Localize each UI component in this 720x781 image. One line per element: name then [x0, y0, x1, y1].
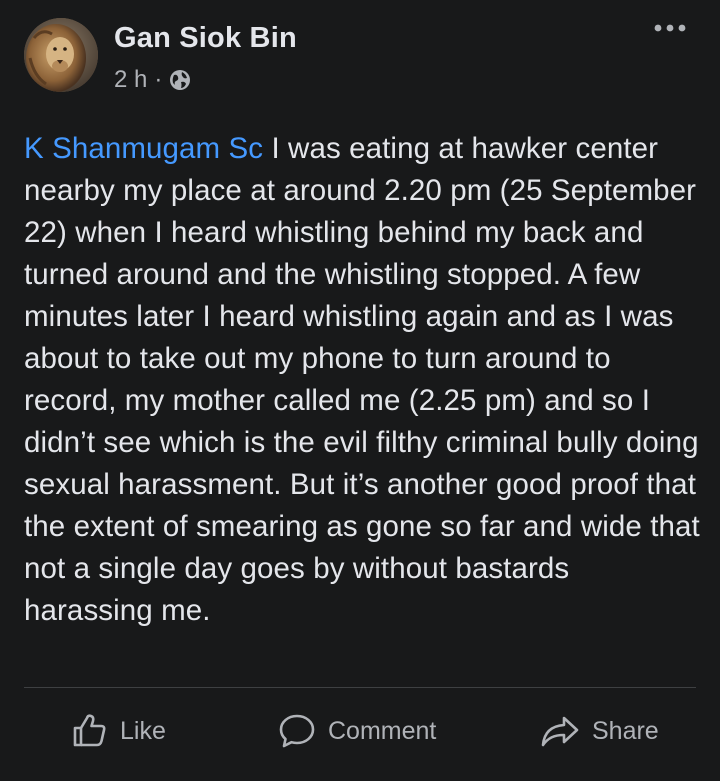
actions-divider	[24, 687, 696, 688]
speech-bubble-icon	[278, 712, 316, 750]
action-bar: Like Comment Share	[0, 700, 720, 762]
post-meta: 2 h ·	[114, 66, 191, 94]
post-body: K Shanmugam Sc I was eating at hawker ce…	[24, 128, 700, 632]
more-horizontal-icon[interactable]	[650, 18, 690, 42]
share-button[interactable]: Share	[540, 706, 659, 756]
like-button[interactable]: Like	[70, 706, 166, 756]
meta-separator: ·	[154, 66, 163, 93]
like-label: Like	[120, 716, 166, 745]
post-card: Gan Siok Bin 2 h · K Shanmugam Sc I was …	[0, 0, 720, 781]
share-label: Share	[592, 716, 659, 745]
mention-link[interactable]: K Shanmugam Sc	[24, 132, 263, 165]
post-header: Gan Siok Bin 2 h ·	[24, 18, 696, 98]
post-text-content: I was eating at hawker center nearby my …	[24, 132, 700, 627]
share-arrow-icon	[540, 712, 580, 750]
thumbs-up-icon	[70, 712, 108, 750]
post-timestamp[interactable]: 2 h	[114, 66, 147, 94]
comment-button[interactable]: Comment	[278, 706, 436, 756]
globe-icon	[169, 69, 191, 91]
author-name[interactable]: Gan Siok Bin	[114, 22, 297, 55]
comment-label: Comment	[328, 716, 437, 745]
author-avatar[interactable]	[24, 18, 98, 92]
